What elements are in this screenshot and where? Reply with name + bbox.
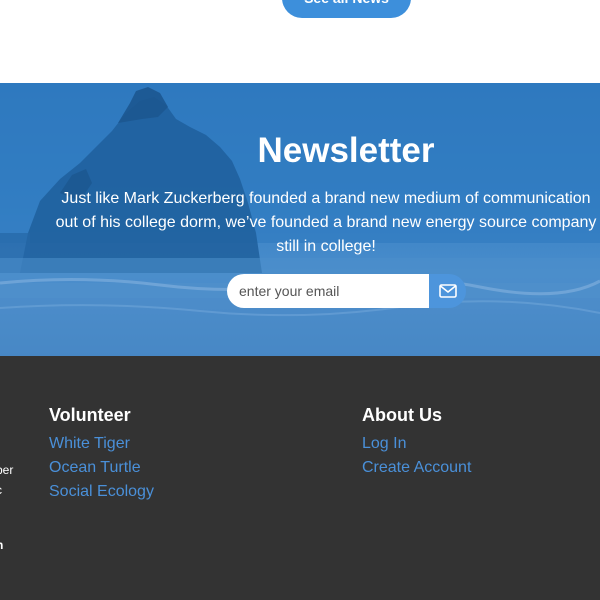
link-ocean-turtle[interactable]: Ocean Turtle xyxy=(49,459,141,477)
email-input[interactable] xyxy=(227,274,429,308)
envelope-icon xyxy=(438,284,457,298)
subscribe-form xyxy=(227,274,466,308)
newsletter-section: Newsletter Just like Mark Zuckerberg fou… xyxy=(0,83,600,356)
newsletter-title: Newsletter xyxy=(257,131,435,170)
footer: ber c - n Volunteer White Tiger Ocean Tu… xyxy=(0,356,600,600)
link-white-tiger[interactable]: White Tiger xyxy=(49,435,130,453)
top-section: See all News xyxy=(0,0,600,83)
link-social-ecology[interactable]: Social Ecology xyxy=(49,483,154,501)
clipped-footer-text: ber xyxy=(0,463,14,477)
description-line: still in college! xyxy=(276,238,376,255)
subscribe-button[interactable] xyxy=(429,274,466,308)
volunteer-heading: Volunteer xyxy=(49,405,131,425)
link-create-account[interactable]: Create Account xyxy=(362,459,471,477)
newsletter-description: Just like Mark Zuckerberg founded a bran… xyxy=(52,187,600,259)
link-log-in[interactable]: Log In xyxy=(362,435,406,453)
description-line: Just like Mark Zuckerberg founded a bran… xyxy=(61,190,591,207)
clipped-footer-text: n xyxy=(0,538,3,552)
description-line: out of his college dorm, we’ve founded a… xyxy=(55,214,597,231)
see-all-news-button[interactable]: See all News xyxy=(282,0,411,18)
clipped-footer-text: c xyxy=(0,483,2,497)
about-us-heading: About Us xyxy=(362,405,442,425)
